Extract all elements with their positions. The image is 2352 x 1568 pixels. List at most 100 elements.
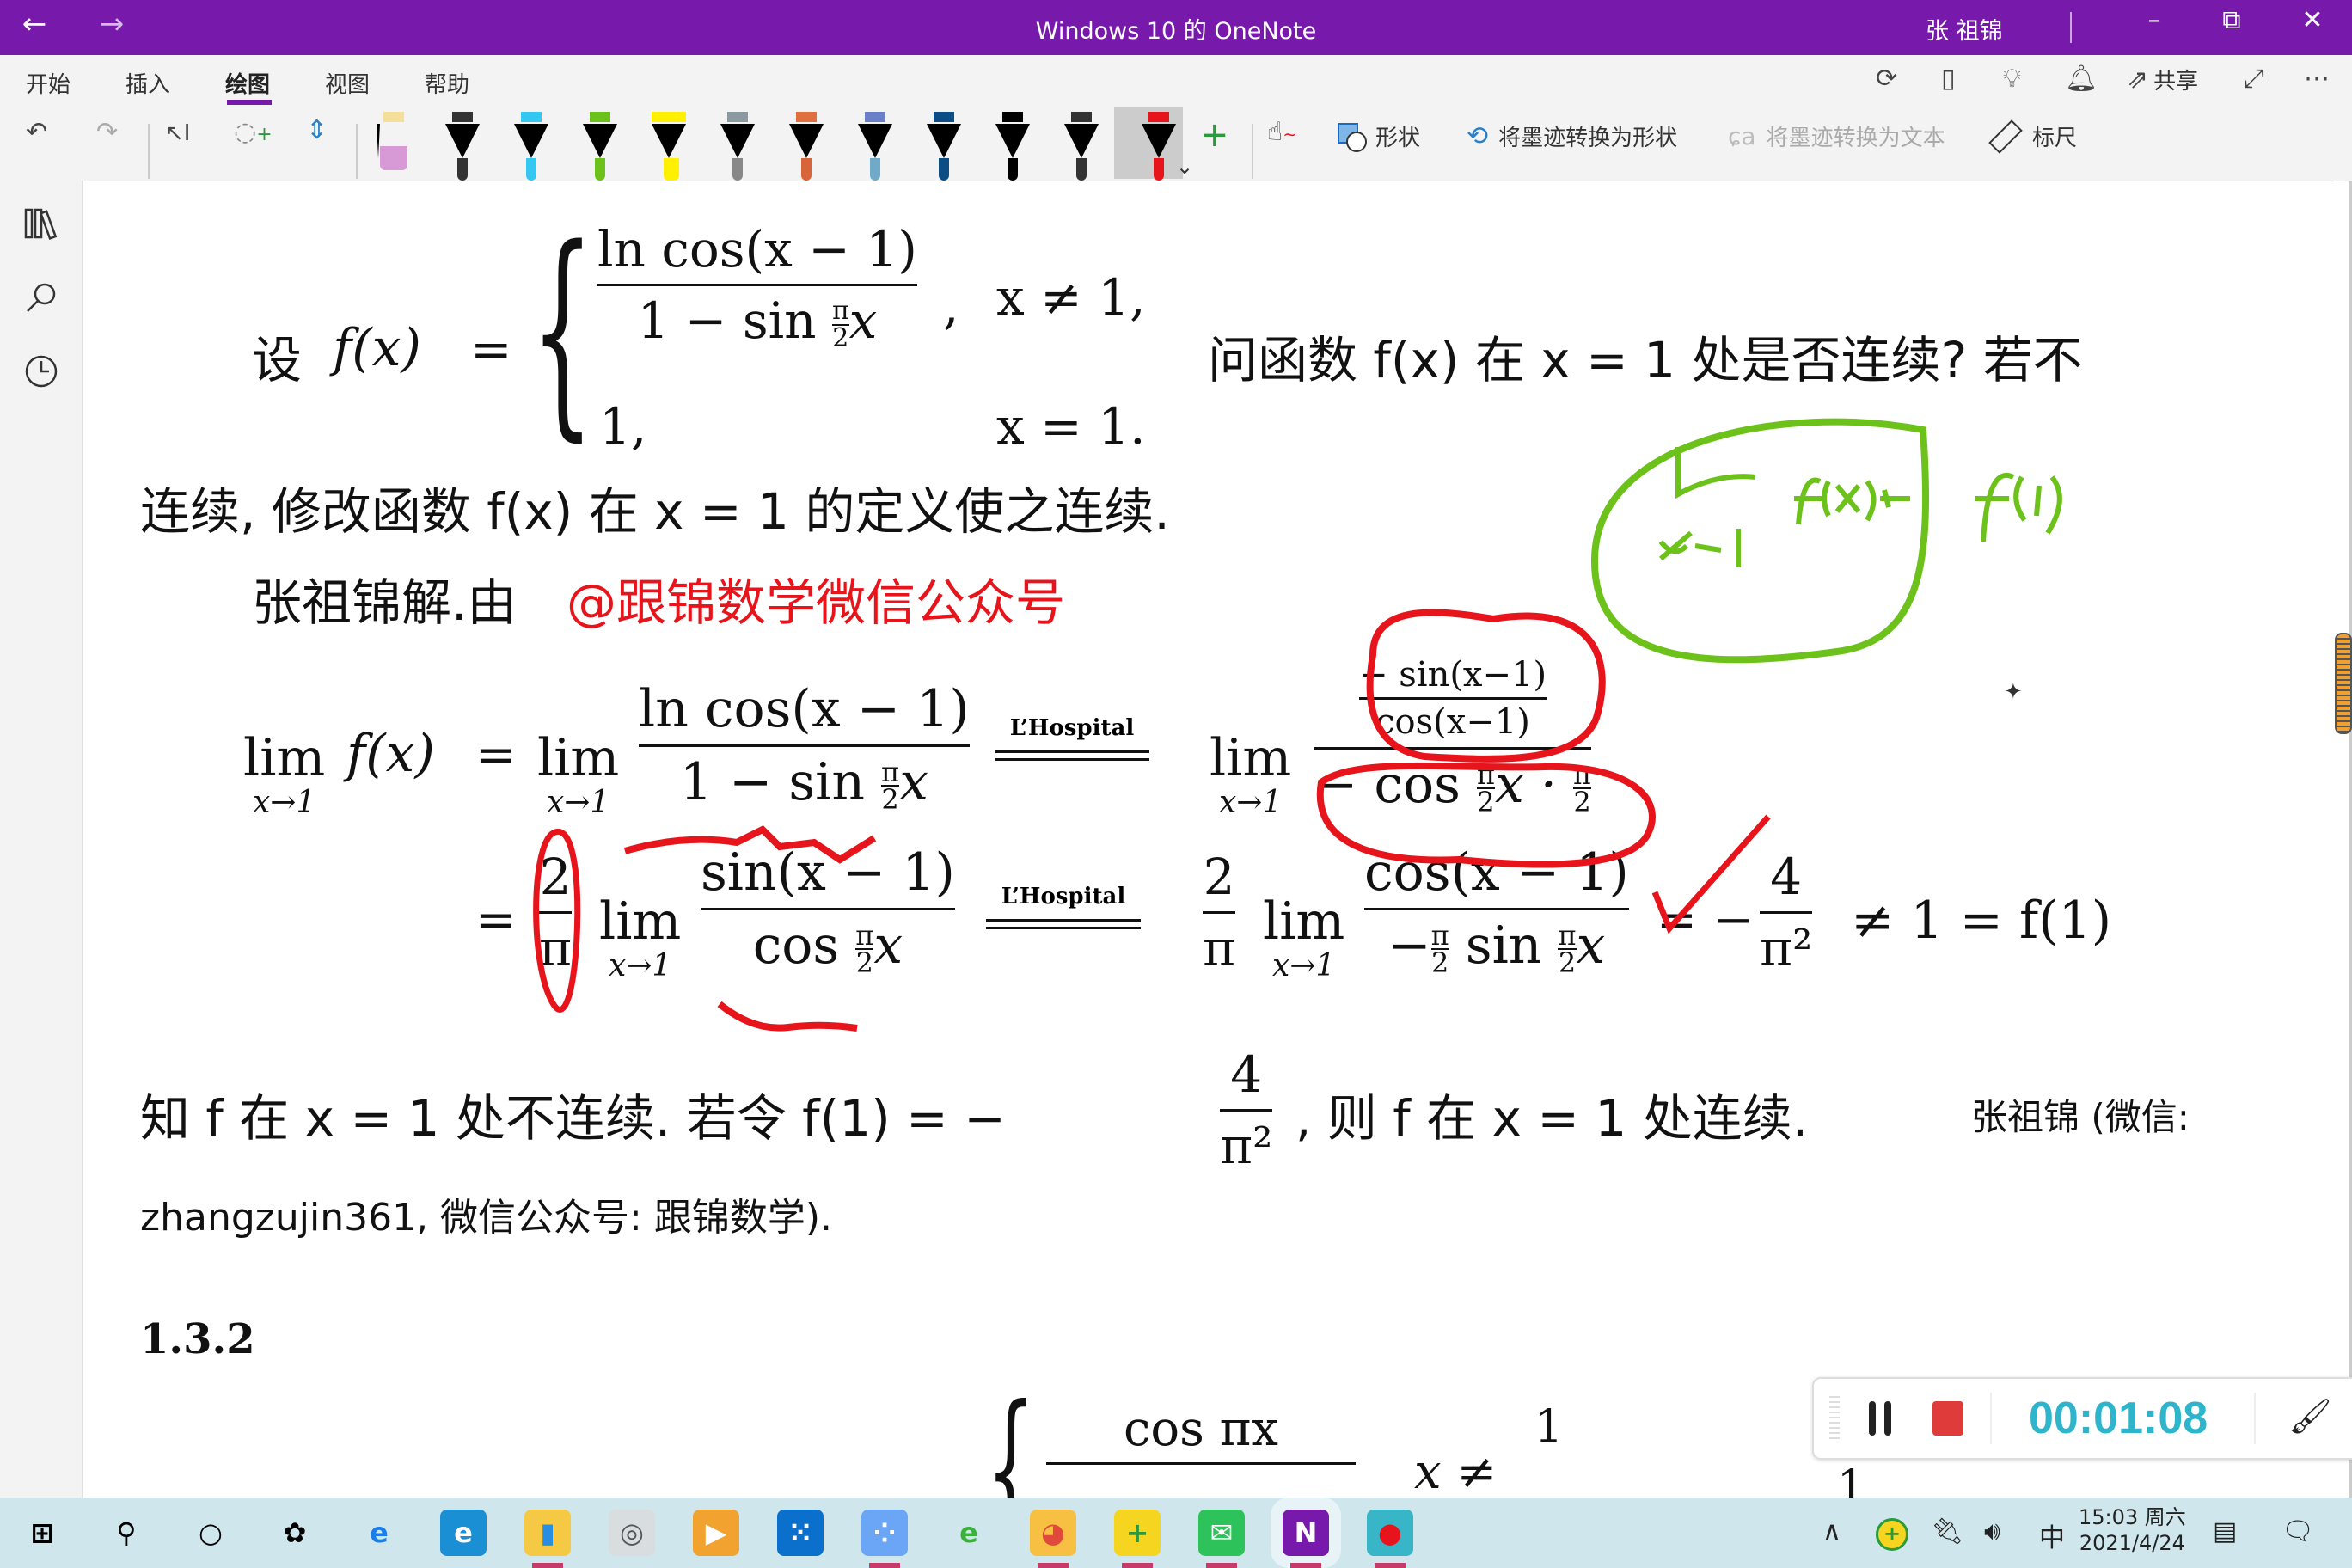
taskbar-app-video-icon[interactable]: ⁘ bbox=[861, 1510, 908, 1556]
360-tray-icon[interactable]: + bbox=[1876, 1518, 1908, 1551]
ime-indicator[interactable]: 中 bbox=[2039, 1516, 2065, 1554]
notebooks-icon[interactable] bbox=[22, 206, 60, 244]
ink-to-text-button[interactable]: ɕa 将墨迹转换为文本 bbox=[1728, 120, 1945, 152]
sync-icon[interactable]: ⟳ bbox=[1876, 64, 1897, 94]
taskbar-chrome-like-icon[interactable]: ◕ bbox=[1030, 1510, 1076, 1556]
notes-icon[interactable]: ▤ bbox=[2213, 1516, 2237, 1547]
add-pen-button[interactable]: + bbox=[1200, 115, 1229, 155]
lasso-icon: ◌+ bbox=[234, 117, 273, 147]
user-name[interactable]: 张 祖锦 bbox=[1926, 12, 2003, 46]
minimize-button[interactable]: – bbox=[2120, 5, 2189, 35]
running-indicator bbox=[1206, 1563, 1237, 1568]
volume-icon[interactable]: 🔊︎ bbox=[1984, 1516, 2000, 1547]
search-icon[interactable] bbox=[22, 280, 60, 318]
tray-overflow-button[interactable]: ∧ bbox=[1822, 1516, 1841, 1547]
lasso-type-select-button[interactable]: ↖I bbox=[165, 120, 190, 146]
ruler-button[interactable]: 标尺 bbox=[1988, 119, 2077, 154]
close-icon: ✕ bbox=[2301, 5, 2324, 35]
tab-insert[interactable]: 插入 bbox=[126, 67, 170, 99]
pen-8[interactable] bbox=[858, 112, 892, 181]
restore-icon: ⧉ bbox=[2222, 5, 2241, 35]
page-icon[interactable]: ▯ bbox=[1941, 64, 1956, 94]
battery-icon[interactable]: 🔌︎ bbox=[1931, 1516, 1963, 1547]
pen-4[interactable] bbox=[583, 112, 617, 181]
pen-6[interactable] bbox=[720, 112, 755, 181]
share-button[interactable]: ⇗ 共享 bbox=[2127, 64, 2198, 95]
pen-body bbox=[583, 124, 617, 158]
redo-icon: ↷ bbox=[96, 117, 119, 147]
divider bbox=[1990, 1393, 1992, 1444]
pen-2[interactable] bbox=[445, 112, 480, 181]
more-icon[interactable]: ⋯ bbox=[2304, 64, 2330, 94]
ink-to-shape-label: 将墨迹转换为形状 bbox=[1498, 126, 1678, 151]
taskbar-ie-green-icon[interactable]: e bbox=[946, 1510, 992, 1556]
pen-tip bbox=[1008, 158, 1018, 181]
restore-button[interactable]: ⧉ bbox=[2197, 5, 2266, 35]
taskbar-file-explorer-icon[interactable]: ▮ bbox=[524, 1510, 571, 1556]
bell-icon[interactable]: 🔔︎ bbox=[2065, 64, 2098, 94]
redo-button[interactable]: ↷ bbox=[96, 117, 118, 147]
clock-date: 2021/4/24 bbox=[2079, 1531, 2185, 1555]
stop-button[interactable] bbox=[1932, 1401, 1963, 1436]
pen-cap bbox=[934, 112, 954, 122]
tab-help[interactable]: 帮助 bbox=[425, 67, 469, 99]
taskbar-media-player-icon[interactable]: ▶ bbox=[693, 1510, 739, 1556]
pen-body bbox=[858, 124, 892, 158]
taskbar-ie-icon[interactable]: e bbox=[356, 1510, 402, 1556]
taskbar-app-1-icon[interactable]: ✿ bbox=[272, 1510, 318, 1556]
pen-5[interactable] bbox=[652, 112, 686, 181]
running-indicator bbox=[869, 1563, 900, 1568]
taskbar-wechat-icon[interactable]: ✉ bbox=[1198, 1510, 1245, 1556]
taskbar-edge-icon[interactable]: e bbox=[440, 1510, 487, 1556]
ink-to-text-label: 将墨迹转换为文本 bbox=[1766, 126, 1945, 151]
chevron-down-icon[interactable]: ⌄ bbox=[1176, 155, 1193, 179]
taskbar-app-blue-icon[interactable]: ⁙ bbox=[777, 1510, 824, 1556]
taskbar-search-icon[interactable]: ⚲ bbox=[103, 1510, 150, 1556]
pen-tip bbox=[526, 158, 536, 181]
action-center-icon[interactable]: 🗨︎ bbox=[2282, 1516, 2314, 1547]
pen-10[interactable] bbox=[995, 112, 1030, 181]
clock[interactable]: 15:03 周六 2021/4/24 bbox=[2079, 1504, 2186, 1556]
pen-11[interactable] bbox=[1064, 112, 1099, 181]
pen-3[interactable] bbox=[514, 112, 548, 181]
lasso-select-button[interactable]: ◌+ bbox=[234, 117, 273, 147]
pen-body bbox=[789, 124, 824, 158]
recent-icon[interactable] bbox=[22, 352, 60, 390]
touch-draw-button[interactable]: ☝∼ bbox=[1267, 117, 1297, 147]
red-ink-underline-2 bbox=[717, 1001, 858, 1032]
insert-space-button[interactable]: ⇕ bbox=[306, 115, 328, 145]
pause-icon bbox=[1869, 1401, 1891, 1436]
undo-button[interactable]: ↶ bbox=[26, 117, 47, 147]
pen-1[interactable] bbox=[377, 112, 411, 181]
drag-handle[interactable] bbox=[1829, 1396, 1840, 1439]
pen-body bbox=[995, 124, 1030, 158]
pen-tip bbox=[1154, 158, 1164, 181]
pen-9[interactable] bbox=[927, 112, 961, 181]
taskbar-onenote-icon[interactable]: N bbox=[1283, 1510, 1329, 1556]
expand-icon[interactable]: ⤢ bbox=[2244, 64, 2264, 94]
scrollbar-track[interactable] bbox=[2349, 181, 2352, 1498]
taskbar-start-icon[interactable]: ⊞ bbox=[19, 1510, 65, 1556]
close-button[interactable]: ✕ bbox=[2278, 5, 2347, 35]
taskbar-app-vm-icon[interactable]: ◎ bbox=[609, 1510, 655, 1556]
note-page[interactable]: 设 f(x) = { ln cos(x − 1) 1 − sin π2x , x… bbox=[83, 181, 2336, 1498]
red-ink-checkmark bbox=[1651, 814, 1771, 934]
ink-to-shape-button[interactable]: ⟲ 将墨迹转换为形状 bbox=[1467, 120, 1677, 152]
pen-12-selected[interactable]: ⌄ bbox=[1142, 112, 1193, 181]
taskbar-screen-recorder-icon[interactable]: ● bbox=[1367, 1510, 1413, 1556]
tab-draw[interactable]: 绘图 bbox=[225, 67, 270, 99]
running-indicator bbox=[1290, 1563, 1321, 1568]
taskbar-360-security-icon[interactable]: + bbox=[1114, 1510, 1161, 1556]
pen-body bbox=[1142, 124, 1176, 158]
scrollbar-thumb[interactable] bbox=[2335, 633, 2352, 734]
pen-7[interactable] bbox=[789, 112, 824, 181]
pen-tip bbox=[380, 146, 407, 170]
lightbulb-icon[interactable]: 💡︎ bbox=[2003, 64, 2021, 94]
brush-button[interactable]: 🖌︎ bbox=[2288, 1396, 2332, 1436]
tab-view[interactable]: 视图 bbox=[325, 67, 370, 99]
tab-home[interactable]: 开始 bbox=[26, 67, 70, 99]
taskbar-cortana-icon[interactable]: ○ bbox=[187, 1510, 234, 1556]
pen-cap bbox=[452, 112, 473, 122]
pause-button[interactable] bbox=[1869, 1401, 1891, 1436]
shapes-button[interactable]: 形状 bbox=[1338, 120, 1420, 152]
